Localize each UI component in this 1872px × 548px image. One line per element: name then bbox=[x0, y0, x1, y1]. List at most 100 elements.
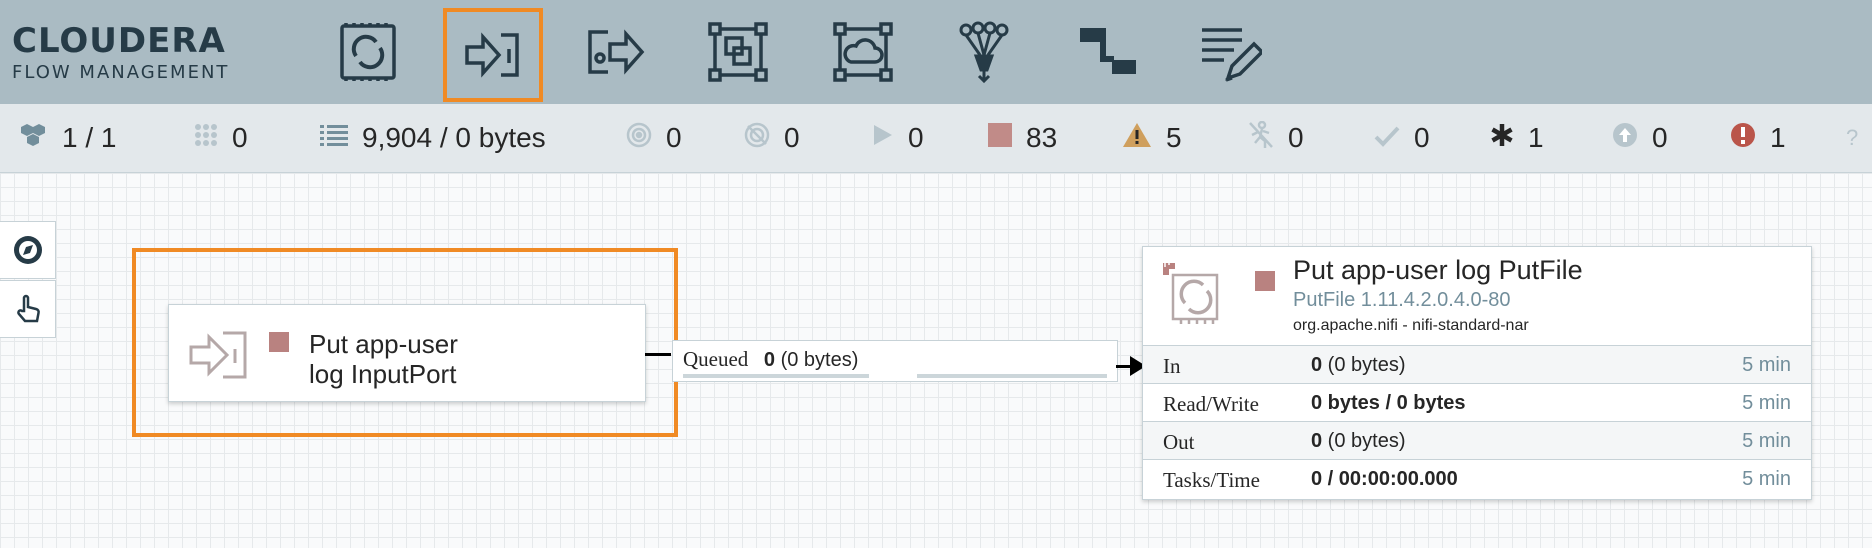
list-icon bbox=[320, 123, 348, 154]
stopped-state-icon bbox=[1255, 271, 1275, 291]
input-port-component[interactable]: Put app-user log InputPort bbox=[168, 304, 646, 402]
template-icon bbox=[1080, 28, 1136, 74]
navigate-button[interactable] bbox=[0, 221, 56, 279]
status-stale: 0 bbox=[1612, 104, 1668, 172]
funnel-tool-button[interactable] bbox=[934, 10, 1034, 94]
funnel-icon bbox=[959, 21, 1009, 84]
status-stopped: 83 bbox=[988, 104, 1057, 172]
stats-label: Out bbox=[1163, 430, 1195, 454]
status-stale-value: 0 bbox=[1652, 122, 1668, 153]
stats-value: 0 (0 bytes) bbox=[1311, 430, 1406, 452]
pointer-hand-icon bbox=[16, 294, 40, 323]
status-not-transmitting: 0 bbox=[744, 104, 800, 172]
cubes-icon bbox=[18, 122, 48, 155]
connection-queued: Queued 0 (0 bytes) bbox=[683, 347, 858, 372]
status-queued-value: 9,904 / 0 bytes bbox=[362, 122, 546, 153]
stats-time: 5 min bbox=[1742, 392, 1791, 414]
check-icon bbox=[1374, 123, 1400, 154]
play-icon bbox=[872, 123, 894, 154]
not-transmitting-icon bbox=[744, 122, 770, 155]
backpressure-object-bar bbox=[683, 374, 869, 378]
status-threads-value: 0 bbox=[232, 122, 248, 153]
stats-value: 0 (0 bytes) bbox=[1311, 354, 1406, 376]
processor-type: PutFile 1.11.4.2.0.4.0-80 bbox=[1293, 289, 1511, 311]
status-stopped-value: 83 bbox=[1026, 122, 1058, 153]
asterisk-icon bbox=[1490, 123, 1514, 154]
stopped-state-icon bbox=[269, 332, 289, 352]
brand-name: CLOUDERA bbox=[12, 21, 226, 61]
processor-component[interactable]: Put app-user log PutFile PutFile 1.11.4.… bbox=[1142, 246, 1812, 500]
nifi-app: CLOUDERA FLOW MANAGEMENT 1 / 1 0 9,904 /… bbox=[0, 0, 1872, 548]
arrow-up-circle-icon bbox=[1612, 122, 1638, 155]
error-icon bbox=[1730, 122, 1756, 155]
stats-label: Tasks/Time bbox=[1163, 468, 1260, 492]
stats-time: 5 min bbox=[1742, 354, 1791, 376]
status-threads: 0 bbox=[194, 104, 248, 172]
label-icon bbox=[1202, 28, 1262, 82]
template-tool-button[interactable] bbox=[1058, 10, 1158, 94]
output-port-tool-button[interactable] bbox=[566, 10, 666, 94]
stats-value: 0 bytes / 0 bytes bbox=[1311, 392, 1466, 414]
stats-time: 5 min bbox=[1742, 430, 1791, 452]
status-running-value: 0 bbox=[908, 122, 924, 153]
transmitting-icon bbox=[626, 122, 652, 155]
status-up-to-date-value: 0 bbox=[1414, 122, 1430, 153]
label-tool-button[interactable] bbox=[1180, 10, 1280, 94]
stats-row-out: Out 0 (0 bytes) 5 min bbox=[1143, 421, 1811, 460]
remote-process-group-icon bbox=[833, 22, 893, 82]
input-port-tool-button[interactable] bbox=[443, 8, 543, 102]
status-bar: 1 / 1 0 9,904 / 0 bytes 0 0 0 83 5 0 0 1… bbox=[0, 104, 1872, 173]
stats-time: 5 min bbox=[1742, 468, 1791, 490]
stats-value: 0 / 00:00:00.000 bbox=[1311, 468, 1458, 490]
compass-icon bbox=[13, 236, 42, 264]
operate-button[interactable] bbox=[0, 280, 56, 338]
stats-row-tasks-time: Tasks/Time 0 / 00:00:00.000 5 min bbox=[1143, 459, 1811, 498]
input-port-icon bbox=[189, 331, 247, 379]
connection-label[interactable]: Queued 0 (0 bytes) bbox=[672, 340, 1118, 382]
connection-queued-size: (0 bytes) bbox=[780, 349, 859, 371]
processor-icon bbox=[1163, 261, 1219, 324]
status-cluster-value: 1 / 1 bbox=[62, 122, 117, 153]
status-cluster: 1 / 1 bbox=[18, 104, 116, 172]
status-transmitting-value: 0 bbox=[666, 122, 682, 153]
brand-subtitle: FLOW MANAGEMENT bbox=[12, 62, 230, 83]
connection-line-source bbox=[645, 353, 671, 356]
status-invalid: 5 bbox=[1122, 104, 1182, 172]
status-locally-modified-value: 1 bbox=[1528, 122, 1544, 153]
input-port-name: Put app-user log InputPort bbox=[309, 329, 458, 389]
stats-row-read-write: Read/Write 0 bytes / 0 bytes 5 min bbox=[1143, 383, 1811, 422]
stop-icon bbox=[988, 122, 1012, 154]
status-locally-modified: 1 bbox=[1490, 104, 1544, 172]
processor-name: Put app-user log PutFile bbox=[1293, 255, 1583, 285]
status-queued: 9,904 / 0 bytes bbox=[320, 104, 546, 172]
status-not-transmitting-value: 0 bbox=[784, 122, 800, 153]
processor-icon bbox=[340, 23, 396, 81]
processor-tool-button[interactable] bbox=[318, 10, 418, 94]
process-group-tool-button[interactable] bbox=[688, 10, 788, 94]
connection-queued-count: 0 bbox=[763, 349, 775, 371]
status-up-to-date: 0 bbox=[1374, 104, 1430, 172]
output-port-icon bbox=[588, 29, 645, 75]
disabled-icon bbox=[1248, 120, 1274, 156]
stats-label: Read/Write bbox=[1163, 392, 1259, 416]
status-sync-failure-value: 1 bbox=[1770, 122, 1786, 153]
stats-label: In bbox=[1163, 354, 1181, 378]
stats-row-in: In 0 (0 bytes) 5 min bbox=[1143, 345, 1811, 384]
status-transmitting: 0 bbox=[626, 104, 682, 172]
header: CLOUDERA FLOW MANAGEMENT bbox=[0, 0, 1872, 104]
cloudera-logo: CLOUDERA FLOW MANAGEMENT bbox=[12, 24, 229, 82]
status-disabled: 0 bbox=[1248, 104, 1304, 172]
status-invalid-value: 5 bbox=[1166, 122, 1182, 153]
warning-icon bbox=[1122, 122, 1152, 155]
processor-bundle: org.apache.nifi - nifi-standard-nar bbox=[1293, 317, 1529, 334]
connection-queued-label: Queued bbox=[683, 347, 749, 371]
remote-process-group-tool-button[interactable] bbox=[813, 10, 913, 94]
status-running: 0 bbox=[872, 104, 924, 172]
threads-icon bbox=[194, 123, 218, 154]
backpressure-size-bar bbox=[917, 374, 1107, 378]
process-group-icon bbox=[708, 22, 768, 82]
input-port-icon bbox=[465, 32, 519, 78]
help-icon[interactable]: ? bbox=[1846, 104, 1858, 172]
status-sync-failure: 1 bbox=[1730, 104, 1786, 172]
status-disabled-value: 0 bbox=[1288, 122, 1304, 153]
